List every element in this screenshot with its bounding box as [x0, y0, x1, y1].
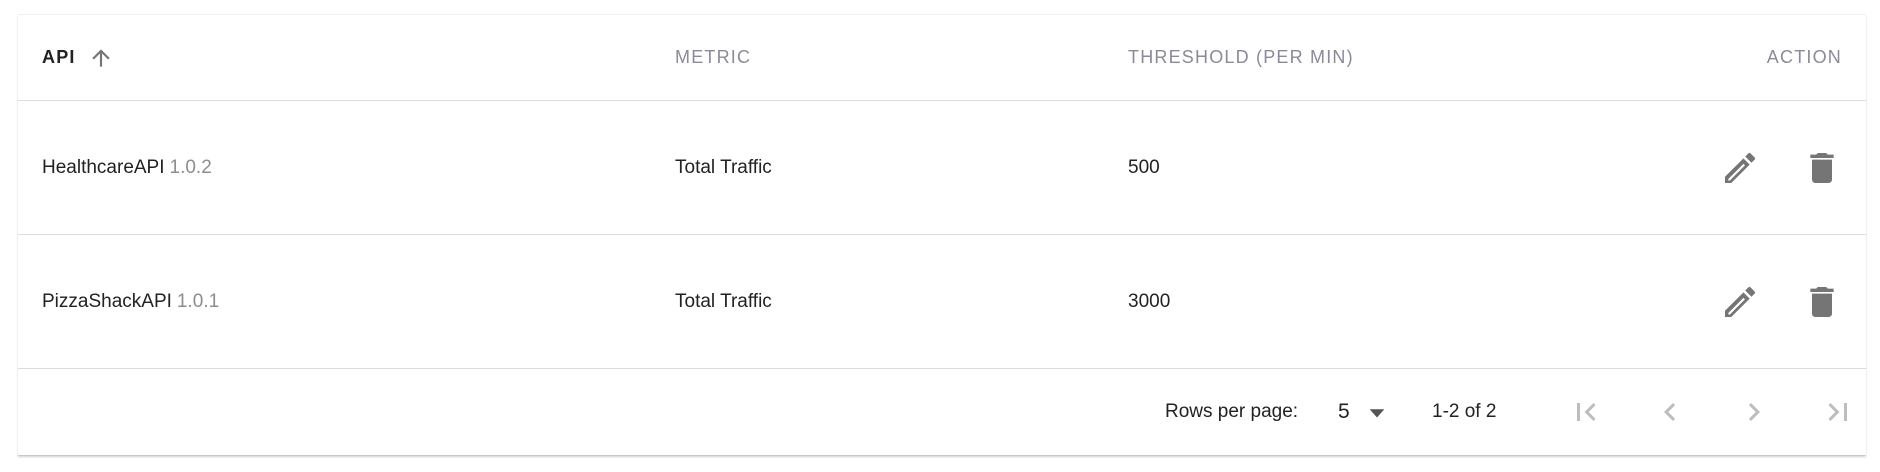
first-page-icon[interactable]: [1566, 392, 1606, 432]
column-header-threshold-label: THRESHOLD (PER MIN): [1128, 47, 1354, 67]
api-name: HealthcareAPI: [42, 156, 165, 178]
column-header-action: ACTION: [1767, 15, 1842, 100]
api-name: PizzaShackAPI: [42, 290, 172, 312]
pencil-icon[interactable]: [1720, 148, 1760, 188]
column-header-action-label: ACTION: [1766, 47, 1842, 67]
caret-down-icon[interactable]: [1366, 401, 1388, 423]
rows-per-page-label: Rows per page:: [1165, 401, 1299, 422]
threshold-value: 3000: [1128, 290, 1171, 312]
threshold-cell: 500: [1128, 101, 1160, 234]
column-header-api[interactable]: API: [42, 15, 114, 100]
pencil-icon[interactable]: [1720, 282, 1760, 322]
metric-cell: Total Traffic: [675, 235, 772, 368]
trash-icon[interactable]: [1802, 148, 1842, 188]
action-cell: [1720, 235, 1842, 368]
rows-per-page-select[interactable]: 5: [1338, 400, 1388, 424]
api-version: 1.0.1: [176, 290, 220, 312]
api-cell: PizzaShackAPI 1.0.1: [42, 235, 219, 368]
trash-icon[interactable]: [1802, 282, 1842, 322]
table-pagination: Rows per page: 5 1-2 of 2: [18, 369, 1866, 455]
threshold-value: 500: [1128, 156, 1160, 178]
table-header-row: API METRIC THRESHOLD (PER MIN) ACTION: [18, 15, 1866, 101]
threshold-cell: 3000: [1128, 235, 1170, 368]
api-cell: HealthcareAPI 1.0.2: [42, 101, 212, 234]
column-header-threshold: THRESHOLD (PER MIN): [1128, 15, 1354, 100]
column-header-api-label: API: [42, 47, 76, 67]
chevron-left-icon[interactable]: [1650, 392, 1690, 432]
table-row: HealthcareAPI 1.0.2 Total Traffic 500: [18, 101, 1866, 235]
metric-value: Total Traffic: [675, 156, 772, 178]
alerts-table-card: API METRIC THRESHOLD (PER MIN) ACTION He…: [18, 14, 1866, 455]
column-header-metric-label: METRIC: [675, 47, 752, 67]
pagination-range: 1-2 of 2: [1432, 401, 1497, 422]
last-page-icon[interactable]: [1818, 392, 1858, 432]
metric-value: Total Traffic: [675, 290, 772, 312]
rows-per-page-value: 5: [1338, 400, 1350, 423]
table-row: PizzaShackAPI 1.0.1 Total Traffic 3000: [18, 235, 1866, 369]
api-version: 1.0.2: [169, 156, 212, 178]
metric-cell: Total Traffic: [675, 101, 772, 234]
arrow-up-icon[interactable]: [88, 44, 114, 72]
chevron-right-icon[interactable]: [1734, 392, 1774, 432]
column-header-metric: METRIC: [675, 15, 751, 100]
action-cell: [1720, 101, 1842, 234]
